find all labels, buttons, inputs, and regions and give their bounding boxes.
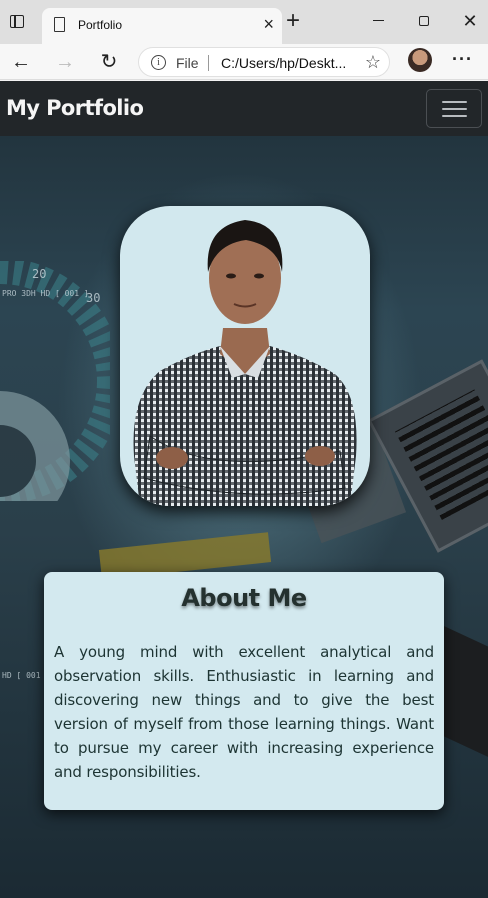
minimize-button[interactable] — [358, 6, 398, 36]
tab-title: Portfolio — [78, 18, 123, 32]
hamburger-line — [442, 101, 467, 103]
background-paper — [367, 359, 488, 553]
background-label: 20 — [32, 267, 47, 281]
close-window-button[interactable]: ✕ — [450, 6, 488, 36]
info-icon[interactable]: i — [151, 55, 166, 70]
hamburger-line — [442, 115, 467, 117]
background-label: 30 — [86, 291, 101, 305]
about-card: About Me A young mind with excellent ana… — [44, 572, 444, 810]
menu-toggle-button[interactable] — [426, 89, 482, 128]
url-scheme: File — [176, 55, 199, 71]
page-content: PRO 3DH HD [ 001 ] 20 30 HD [ 001 ] My P… — [0, 81, 488, 898]
browser-titlebar: Portfolio × + ✕ — [0, 0, 488, 44]
page-icon — [54, 17, 65, 32]
tab-actions-icon[interactable] — [10, 15, 24, 28]
forward-arrow-icon[interactable]: → — [52, 49, 78, 75]
maximize-button[interactable] — [404, 6, 444, 36]
profile-avatar[interactable] — [408, 48, 432, 72]
site-navbar: My Portfolio — [0, 81, 488, 136]
profile-photo — [120, 206, 370, 506]
about-title: About Me — [181, 584, 307, 612]
background-label: PRO 3DH HD [ 001 ] — [2, 289, 89, 298]
hamburger-line — [442, 108, 467, 110]
about-description: A young mind with excellent analytical a… — [54, 643, 434, 781]
background-label: HD [ 001 ] — [2, 671, 51, 680]
new-tab-icon[interactable]: + — [286, 9, 300, 33]
url-divider — [208, 55, 209, 71]
url-field[interactable]: i File C:/Users/hp/Deskt... ☆ — [138, 47, 390, 77]
back-arrow-icon[interactable]: ← — [8, 49, 34, 75]
refresh-icon[interactable]: ↻ — [96, 49, 122, 75]
site-brand[interactable]: My Portfolio — [6, 96, 144, 120]
browser-tab[interactable]: Portfolio × — [42, 8, 282, 44]
add-favorite-icon[interactable]: ☆ — [365, 52, 381, 73]
url-text[interactable]: C:/Users/hp/Deskt... — [221, 55, 346, 71]
more-options-icon[interactable]: ··· — [452, 49, 473, 70]
person-portrait — [133, 220, 357, 506]
close-tab-icon[interactable]: × — [263, 15, 274, 33]
